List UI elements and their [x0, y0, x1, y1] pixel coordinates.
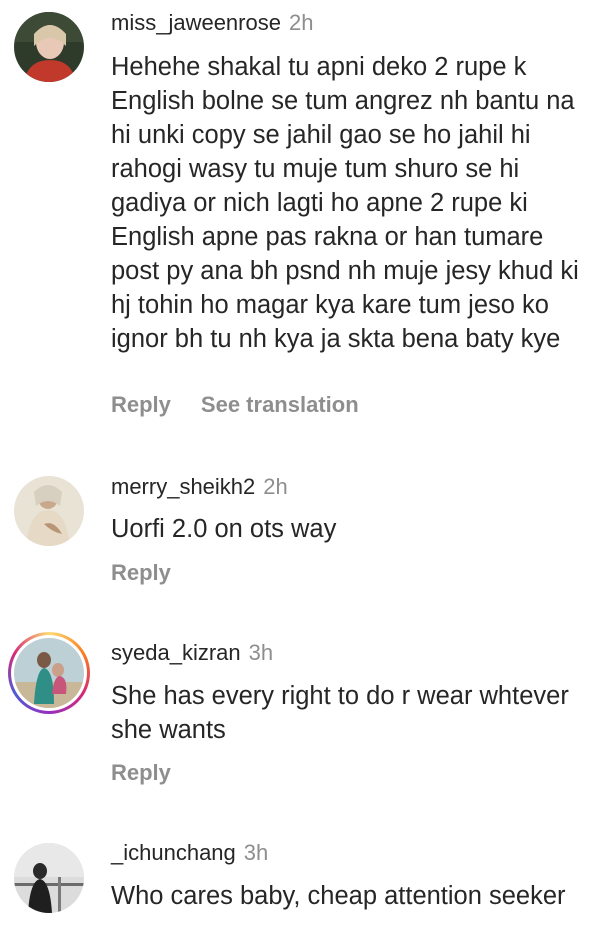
username[interactable]: _ichunchang — [111, 840, 236, 865]
username[interactable]: merry_sheikh2 — [111, 474, 255, 499]
username[interactable]: miss_jaweenrose — [111, 10, 281, 35]
see-translation-button[interactable]: See translation — [201, 392, 359, 417]
story-ring[interactable] — [8, 632, 90, 714]
comment-text: Uorfi 2.0 on ots way — [111, 515, 337, 543]
reply-button[interactable]: Reply — [111, 392, 171, 417]
timestamp: 2h — [288, 10, 314, 35]
comment-text: Who cares baby, cheap attention seeker — [111, 882, 566, 910]
timestamp: 3h — [248, 640, 274, 665]
timestamp: 3h — [243, 840, 269, 865]
comment-actions: Reply — [111, 760, 171, 786]
reply-button[interactable]: Reply — [111, 760, 171, 785]
comment-header: miss_jaweenrose 2h — [111, 10, 313, 36]
reply-button[interactable]: Reply — [111, 560, 171, 585]
comment-text: She has every right to do r wear whtever… — [111, 682, 569, 744]
username[interactable]: syeda_kizran — [111, 640, 241, 665]
avatar[interactable] — [14, 843, 84, 913]
avatar[interactable] — [14, 12, 84, 82]
avatar[interactable] — [14, 476, 84, 546]
comment-actions: Reply — [111, 560, 171, 586]
comment-header: syeda_kizran 3h — [111, 640, 273, 666]
comment-header: merry_sheikh2 2h — [111, 474, 288, 500]
comment-header: _ichunchang 3h — [111, 840, 268, 866]
comment-actions: Reply See translation — [111, 392, 359, 418]
avatar[interactable] — [14, 638, 84, 708]
timestamp: 2h — [263, 474, 288, 499]
comment-text: Hehehe shakal tu apni deko 2 rupe k Engl… — [111, 53, 579, 353]
